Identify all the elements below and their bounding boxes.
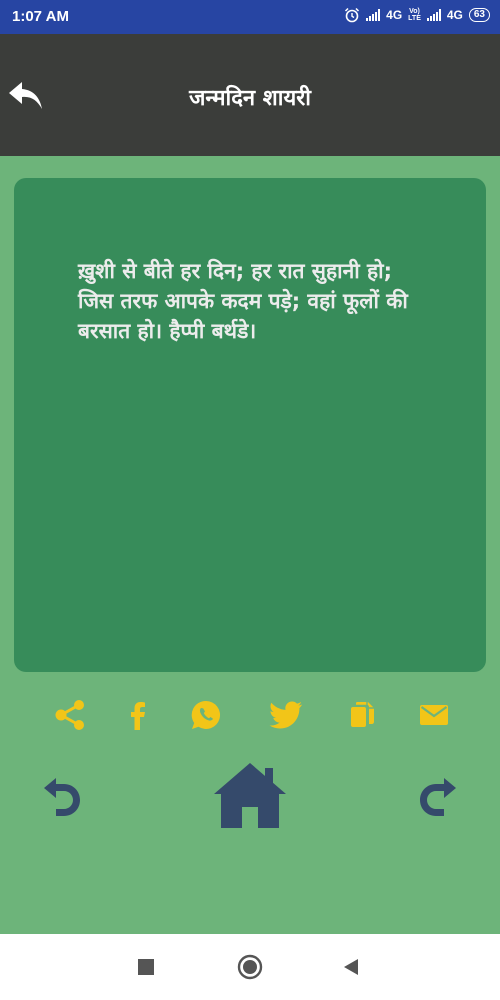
email-icon[interactable] (416, 698, 452, 732)
system-navigation-bar (0, 934, 500, 1000)
network-type-2: 4G (446, 8, 463, 22)
battery-icon: 63 (468, 8, 490, 22)
whatsapp-icon[interactable] (188, 698, 224, 732)
status-bar: 1:07 AM 4G Vo) LTE 4G 63 (0, 0, 500, 34)
status-time: 1:07 AM (12, 8, 69, 25)
back-triangle-icon[interactable] (338, 954, 364, 980)
recents-square-icon[interactable] (133, 954, 159, 980)
volte-indicator: Vo) LTE (408, 8, 421, 22)
facebook-icon[interactable] (120, 698, 156, 732)
share-bar (0, 698, 500, 732)
shayari-text: ख़ुशी से बीते हर दिन; हर रात सुहानी हो; … (78, 259, 408, 343)
signal-icon (426, 9, 441, 21)
twitter-icon[interactable] (268, 698, 304, 732)
network-type-1: 4G (386, 8, 403, 22)
share-icon[interactable] (52, 698, 88, 732)
page-title: जन्मदिन शायरी (189, 86, 311, 111)
copy-icon[interactable] (344, 698, 380, 732)
navigation-bar (0, 760, 500, 830)
undo-arrow-icon[interactable] (38, 774, 86, 818)
signal-icon (366, 9, 381, 21)
shayari-card: ख़ुशी से बीते हर दिन; हर रात सुहानी हो; … (14, 178, 486, 672)
status-icons: 4G Vo) LTE 4G 63 (344, 7, 490, 23)
redo-arrow-icon[interactable] (414, 774, 462, 818)
home-icon[interactable] (210, 760, 290, 830)
app-bar: जन्मदिन शायरी (0, 34, 500, 156)
alarm-icon (345, 7, 360, 23)
home-circle-icon[interactable] (237, 954, 263, 980)
